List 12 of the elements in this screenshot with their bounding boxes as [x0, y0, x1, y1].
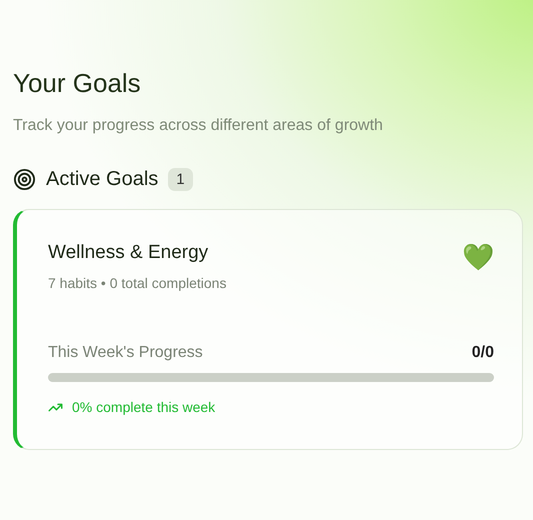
goal-card[interactable]: Wellness & Energy 7 habits • 0 total completions 💚 This Week's Progress 0/0 0% complete this week	[13, 209, 523, 450]
target-icon	[13, 168, 36, 191]
page-title: Your Goals	[13, 68, 142, 99]
heart-emoji: 💚	[462, 244, 494, 274]
goal-meta: 7 habits • 0 total completions	[48, 275, 226, 291]
progress-label: This Week's Progress	[48, 344, 203, 362]
section-title: Active Goals	[46, 168, 158, 191]
page-subtitle: Track your progress across different areas of growth	[13, 117, 384, 135]
progress-value: 0/0	[472, 344, 494, 362]
trend-text: 0% complete this week	[72, 399, 216, 415]
count-badge: 1	[168, 168, 193, 191]
goal-title: Wellness & Energy	[48, 242, 210, 264]
